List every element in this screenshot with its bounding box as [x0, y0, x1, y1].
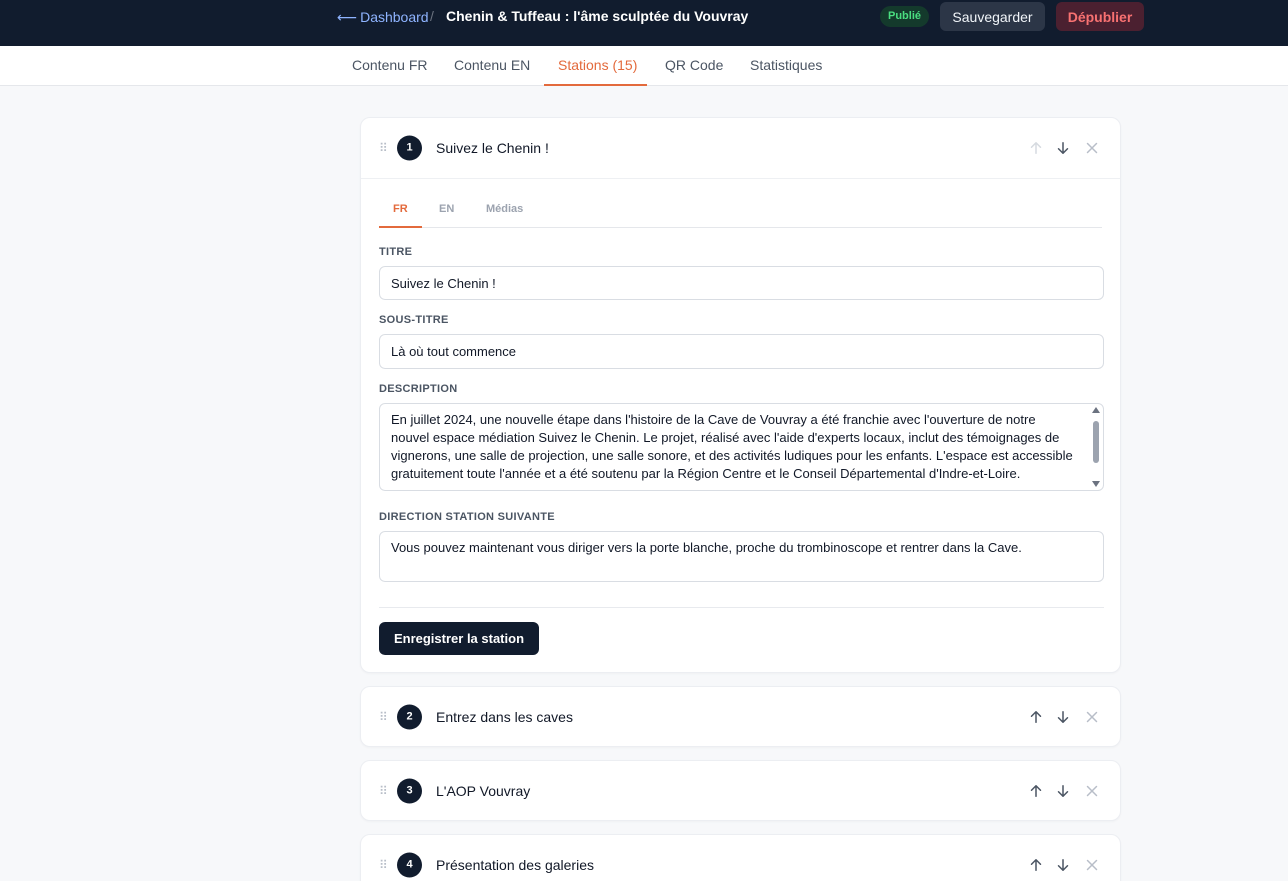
back-to-dashboard-link[interactable]: ⟵ Dashboard — [337, 8, 429, 26]
back-link-label: Dashboard — [360, 9, 429, 25]
station-card[interactable]: ⠿ 4 Présentation des galeries — [360, 834, 1121, 881]
tab-stations[interactable]: Stations (15) — [544, 46, 647, 86]
tab-statistics[interactable]: Statistiques — [742, 46, 830, 86]
arrow-down-icon[interactable] — [1054, 139, 1072, 157]
subtitle-input[interactable] — [379, 334, 1104, 369]
subtitle-label: SOUS-TITRE — [379, 314, 449, 326]
station-header[interactable]: ⠿ 1 Suivez le Chenin ! — [361, 118, 1120, 178]
description-textarea[interactable]: En juillet 2024, une nouvelle étape dans… — [379, 403, 1104, 491]
close-icon[interactable] — [1083, 856, 1101, 874]
save-button[interactable]: Sauvegarder — [940, 2, 1045, 31]
save-station-button[interactable]: Enregistrer la station — [379, 622, 539, 655]
station-title: Suivez le Chenin ! — [436, 140, 549, 156]
station-header[interactable]: ⠿ 4 Présentation des galeries — [361, 835, 1120, 881]
direction-textarea[interactable]: Vous pouvez maintenant vous diriger vers… — [379, 531, 1104, 582]
drag-handle-icon[interactable]: ⠿ — [379, 858, 388, 872]
station-number: 3 — [397, 778, 422, 804]
station-number: 2 — [397, 704, 422, 730]
station-number: 4 — [397, 852, 422, 878]
breadcrumb-separator: / — [430, 8, 434, 24]
subtab-fr[interactable]: FR — [379, 203, 422, 228]
station-editor: FR EN Médias TITRE SOUS-TITRE DESCRIPTIO… — [361, 178, 1120, 673]
editor-language-tabs: FR EN Médias — [379, 179, 1102, 228]
station-card-expanded: ⠿ 1 Suivez le Chenin ! FR EN Médias TITR… — [360, 117, 1121, 673]
station-title: Présentation des galeries — [436, 857, 594, 873]
arrow-down-icon[interactable] — [1054, 856, 1072, 874]
status-badge: Publié — [880, 6, 930, 27]
direction-label: DIRECTION STATION SUIVANTE — [379, 511, 555, 523]
station-title: L'AOP Vouvray — [436, 783, 531, 799]
drag-handle-icon[interactable]: ⠿ — [379, 141, 388, 155]
station-title: Entrez dans les caves — [436, 709, 573, 725]
tab-content-en[interactable]: Contenu EN — [446, 46, 538, 86]
drag-handle-icon[interactable]: ⠿ — [379, 784, 388, 798]
title-input[interactable] — [379, 266, 1104, 300]
form-divider — [379, 607, 1104, 608]
close-icon[interactable] — [1083, 708, 1101, 726]
arrow-up-icon[interactable] — [1027, 782, 1045, 800]
close-icon[interactable] — [1083, 782, 1101, 800]
description-scrollbar[interactable] — [1090, 404, 1102, 490]
subtab-media[interactable]: Médias — [472, 203, 537, 228]
scroll-down-icon[interactable] — [1092, 481, 1100, 487]
title-label: TITRE — [379, 246, 413, 258]
subtab-en[interactable]: EN — [425, 203, 468, 228]
arrow-up-icon[interactable] — [1027, 708, 1045, 726]
station-header[interactable]: ⠿ 3 L'AOP Vouvray — [361, 761, 1120, 821]
drag-handle-icon[interactable]: ⠿ — [379, 710, 388, 724]
scroll-up-icon[interactable] — [1092, 407, 1100, 413]
arrow-down-icon[interactable] — [1054, 782, 1072, 800]
tab-qr-code[interactable]: QR Code — [657, 46, 731, 86]
station-card[interactable]: ⠿ 2 Entrez dans les caves — [360, 686, 1121, 747]
station-card[interactable]: ⠿ 3 L'AOP Vouvray — [360, 760, 1121, 821]
arrow-up-icon[interactable] — [1027, 856, 1045, 874]
description-label: DESCRIPTION — [379, 383, 458, 395]
tab-content-fr[interactable]: Contenu FR — [344, 46, 435, 86]
close-icon[interactable] — [1083, 139, 1101, 157]
arrow-down-icon[interactable] — [1054, 708, 1072, 726]
page-title: Chenin & Tuffeau : l'âme sculptée du Vou… — [446, 8, 749, 24]
arrow-up-icon[interactable] — [1027, 139, 1045, 157]
scroll-thumb[interactable] — [1093, 421, 1099, 463]
top-bar: ⟵ Dashboard / Chenin & Tuffeau : l'âme s… — [0, 0, 1288, 46]
arrow-left-icon: ⟵ — [337, 8, 358, 25]
station-number: 1 — [397, 135, 422, 161]
station-header[interactable]: ⠿ 2 Entrez dans les caves — [361, 687, 1120, 747]
main-tab-bar: Contenu FR Contenu EN Stations (15) QR C… — [0, 46, 1288, 86]
unpublish-button[interactable]: Dépublier — [1056, 2, 1144, 31]
